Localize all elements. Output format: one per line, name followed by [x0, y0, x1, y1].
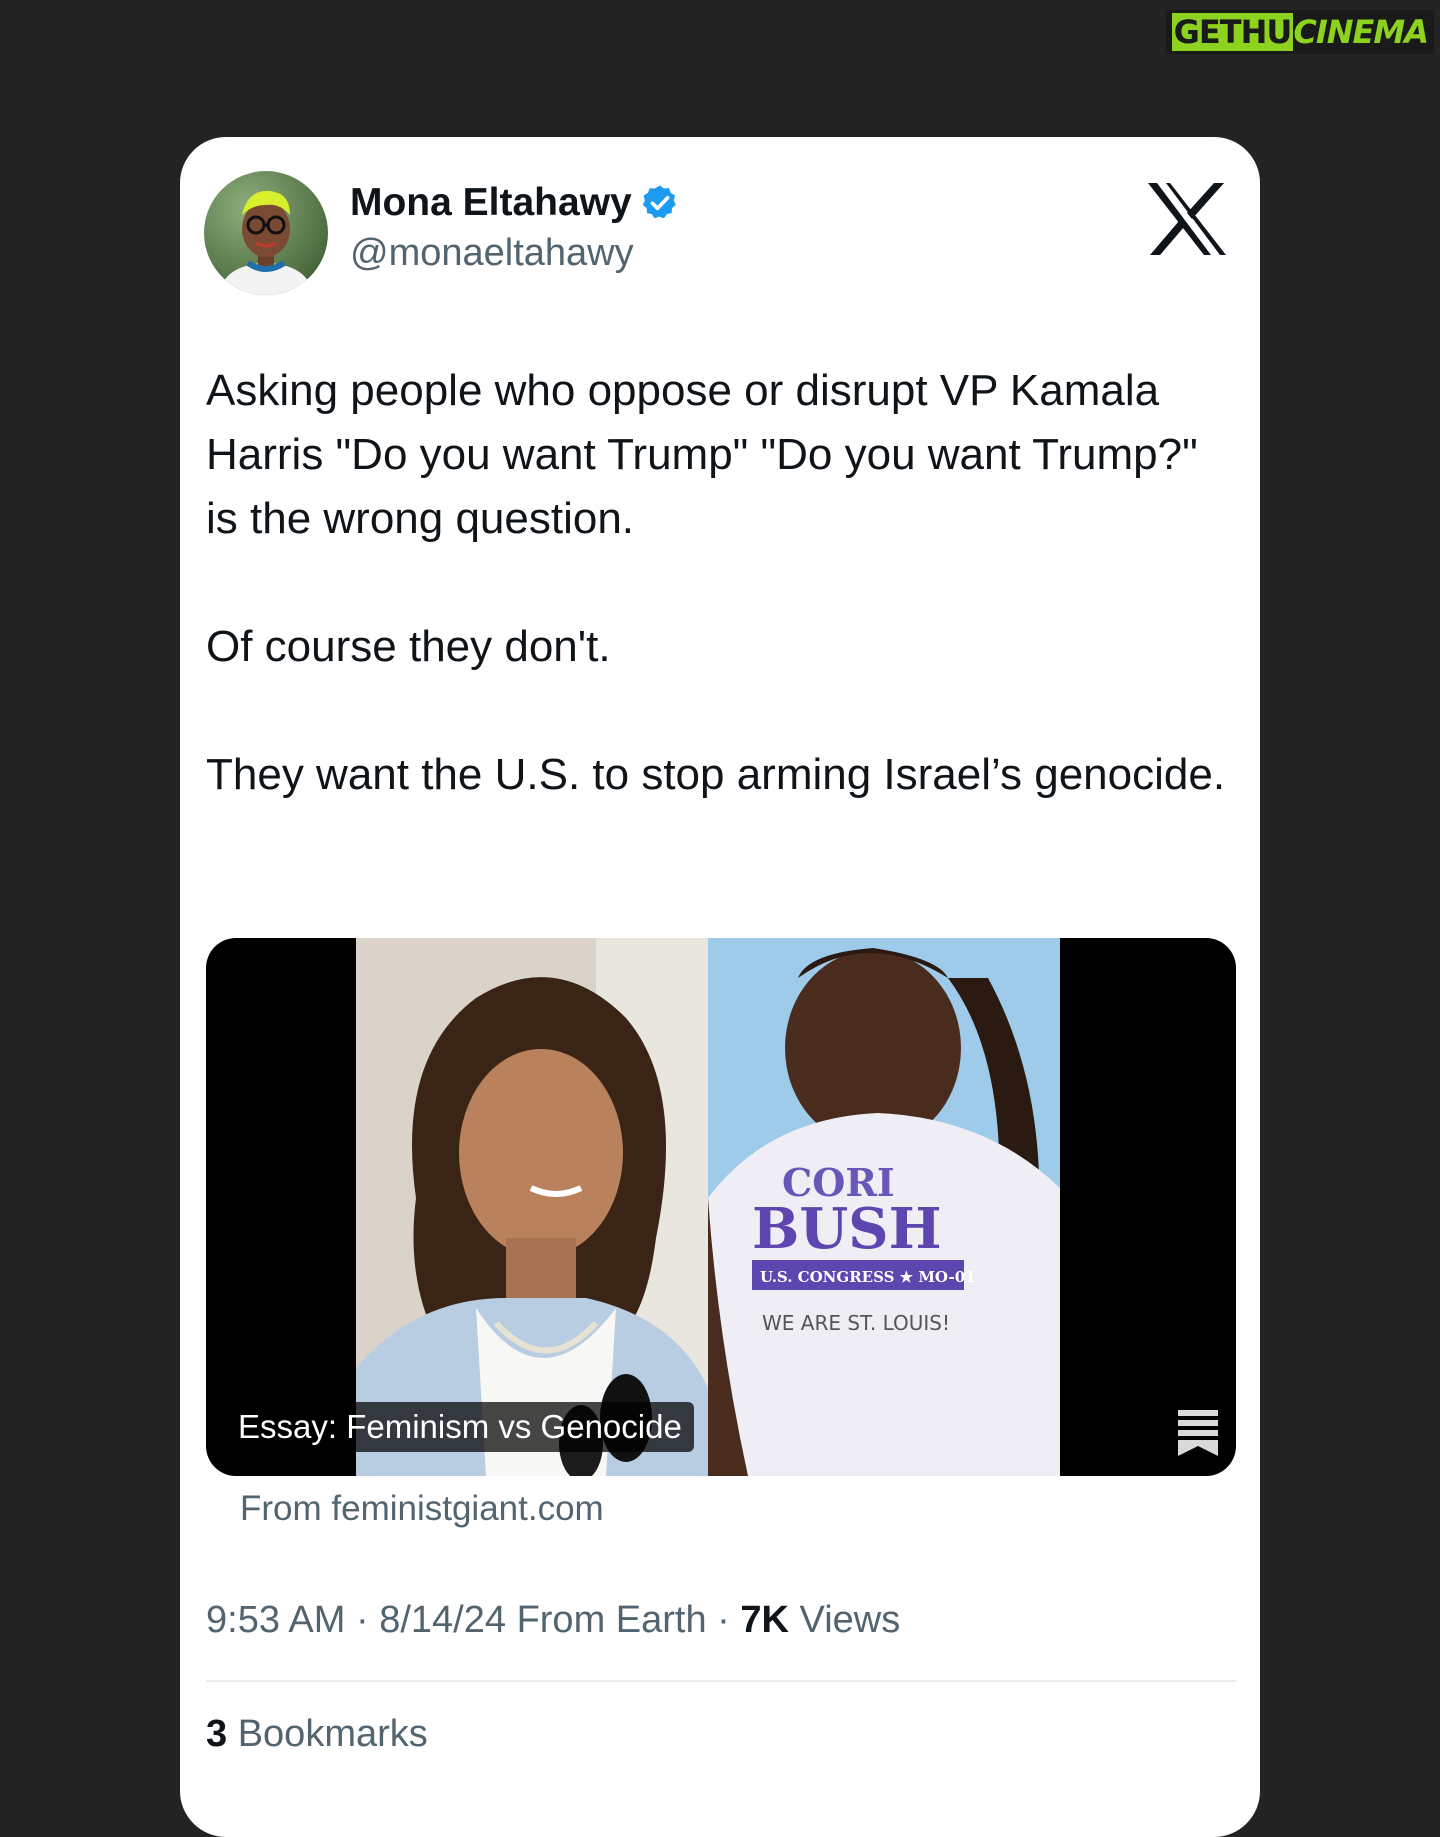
link-card-title[interactable]: Essay: Feminism vs Genocide	[226, 1402, 694, 1452]
tweet-date[interactable]: 8/14/24	[379, 1599, 506, 1641]
views-count[interactable]: 7K	[740, 1599, 789, 1641]
bookmarks-stat[interactable]: 3 Bookmarks	[206, 1713, 428, 1756]
bookmarks-label: Bookmarks	[237, 1713, 428, 1755]
right-photo: CORI BUSH U.S. CONGRESS ★ MO-01 WE ARE S…	[708, 938, 1060, 1476]
portrait-left-icon	[356, 938, 708, 1476]
link-card-source[interactable]: From feministgiant.com	[240, 1489, 604, 1529]
watermark: GETHUCINEMA	[1165, 10, 1434, 54]
tweet-card: Mona Eltahawy @monaeltahawy Asking peopl…	[180, 137, 1260, 1837]
watermark-part2: CINEMA	[1293, 13, 1429, 51]
tweet-time[interactable]: 9:53 AM	[206, 1599, 345, 1641]
divider	[206, 1680, 1236, 1682]
tweet-paragraph: Asking people who oppose or disrupt VP K…	[206, 366, 1198, 543]
author-handle[interactable]: @monaeltahawy	[350, 232, 634, 275]
bookmark-icon[interactable]	[1176, 1408, 1220, 1458]
tweet-text: Asking people who oppose or disrupt VP K…	[206, 359, 1236, 807]
watermark-part1: GETHU	[1171, 13, 1294, 51]
meta-separator: ·	[717, 1599, 730, 1641]
author-name-row: Mona Eltahawy	[350, 181, 680, 225]
views-label[interactable]: Views	[800, 1599, 901, 1641]
author-name[interactable]: Mona Eltahawy	[350, 181, 632, 225]
x-logo-icon[interactable]	[1144, 179, 1230, 259]
bookmarks-count: 3	[206, 1713, 228, 1755]
left-photo	[356, 938, 708, 1476]
tweet-location: From Earth	[516, 1599, 707, 1641]
shirt-name-bottom: BUSH	[752, 1196, 942, 1262]
avatar[interactable]	[204, 171, 328, 295]
verified-badge-icon	[642, 185, 676, 219]
avatar-photo-icon	[222, 190, 310, 295]
meta-separator: ·	[355, 1599, 369, 1641]
tweet-meta: 9:53 AM · 8/14/24 From Earth · 7K Views	[206, 1599, 900, 1642]
portrait-right-icon: CORI BUSH U.S. CONGRESS ★ MO-01 WE ARE S…	[708, 938, 1060, 1476]
shirt-slogan: WE ARE ST. LOUIS!	[762, 1311, 950, 1335]
link-card-media[interactable]: CORI BUSH U.S. CONGRESS ★ MO-01 WE ARE S…	[206, 938, 1236, 1476]
tweet-paragraph: Of course they don't.	[206, 622, 611, 671]
tweet-paragraph: They want the U.S. to stop arming Israel…	[206, 750, 1226, 799]
shirt-badge: U.S. CONGRESS ★ MO-01	[760, 1268, 976, 1286]
